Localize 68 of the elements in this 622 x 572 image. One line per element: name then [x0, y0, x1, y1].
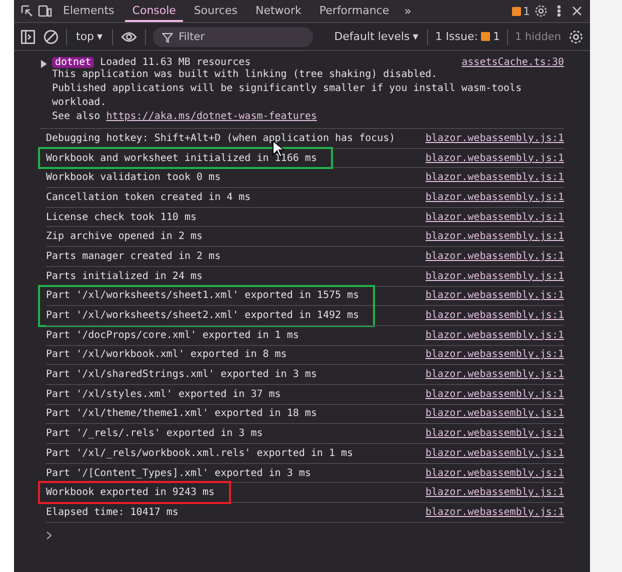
source-link[interactable]: assetsCache.ts:30: [462, 57, 564, 68]
inspect-icon[interactable]: [20, 4, 34, 18]
log-message: Cancellation token created in 4 ms: [46, 192, 251, 203]
source-link[interactable]: blazor.webassembly.js:1: [426, 369, 564, 380]
expand-icon[interactable]: [40, 60, 48, 68]
log-message: Part '/docProps/core.xml' exported in 1 ms: [46, 330, 299, 341]
panel-tab[interactable]: Sources: [186, 0, 244, 22]
source-link[interactable]: blazor.webassembly.js:1: [426, 152, 564, 164]
log-message: Part '/xl/workbook.xml' exported in 8 ms: [46, 349, 287, 360]
log-message: Part '/xl/sharedStrings.xml' exported in 3 ms: [46, 369, 317, 380]
source-link[interactable]: blazor.webassembly.js:1: [426, 270, 564, 282]
source-link[interactable]: blazor.webassembly.js:1: [426, 388, 564, 400]
settings-icon[interactable]: [534, 4, 548, 18]
source-link[interactable]: blazor.webassembly.js:1: [426, 290, 564, 302]
log-message: Part '/xl/worksheets/sheet2.xml' exported in 1492 ms: [46, 310, 360, 322]
issues-badge[interactable]: 1: [512, 4, 530, 18]
log-message: Parts initialized in 24 ms: [46, 270, 203, 282]
source-link[interactable]: blazor.webassembly.js:1: [426, 349, 564, 360]
see-also-text: See also: [52, 111, 100, 122]
log-message: Workbook validation took 0 ms: [46, 172, 221, 184]
source-link[interactable]: blazor.webassembly.js:1: [426, 428, 564, 440]
settings-icon[interactable]: [568, 28, 584, 44]
filter-field[interactable]: Filter: [152, 26, 313, 46]
source-link[interactable]: blazor.webassembly.js:1: [426, 310, 564, 322]
log-message: Published applications will be significantly smaller if you install wasm-tools workload.: [52, 82, 523, 110]
docs-link[interactable]: https://aka.ms/dotnet-wasm-features: [106, 111, 317, 122]
group-badge: dotnet: [52, 57, 94, 68]
filter-icon: [162, 32, 173, 42]
source-link[interactable]: blazor.webassembly.js:1: [426, 172, 564, 184]
source-link[interactable]: blazor.webassembly.js:1: [426, 192, 564, 203]
source-link[interactable]: blazor.webassembly.js:1: [426, 250, 564, 262]
source-link[interactable]: blazor.webassembly.js:1: [426, 212, 564, 223]
log-message: Zip archive opened in 2 ms: [46, 231, 203, 242]
sidebar-icon[interactable]: [20, 28, 36, 44]
panel-tab[interactable]: Performance: [312, 0, 396, 22]
panel-tab[interactable]: Network: [248, 0, 308, 22]
panel-tab[interactable]: Console: [125, 0, 183, 22]
log-message: License check took 110 ms: [46, 212, 197, 223]
issues-button[interactable]: 1 Issue: 1: [435, 30, 500, 43]
source-link[interactable]: blazor.webassembly.js:1: [426, 506, 564, 518]
log-message: Part '/[Content_Types].xml' exported in 3 ms: [46, 468, 311, 479]
more-tabs-button[interactable]: »: [400, 4, 416, 18]
log-message: Debugging hotkey: Shift+Alt+D (when application has focus): [46, 132, 396, 144]
clear-icon[interactable]: [43, 28, 59, 44]
source-link[interactable]: blazor.webassembly.js:1: [426, 132, 564, 144]
log-message: Part '/xl/styles.xml' exported in 37 ms: [46, 388, 281, 400]
source-link[interactable]: blazor.webassembly.js:1: [426, 408, 564, 420]
log-message: Elapsed time: 10417 ms: [46, 506, 178, 518]
source-link[interactable]: blazor.webassembly.js:1: [426, 231, 564, 242]
levels-dropdown[interactable]: Default levels ▾: [332, 30, 420, 43]
close-icon[interactable]: [570, 4, 584, 18]
log-message: Part '/_rels/.rels' exported in 3 ms: [46, 428, 263, 440]
source-link[interactable]: blazor.webassembly.js:1: [426, 448, 564, 459]
log-message: Part '/xl/_rels/workbook.xml.rels' exported in 1 ms: [46, 448, 354, 459]
log-message: Part '/xl/worksheets/sheet1.xml' exported in 1575 ms: [46, 290, 360, 302]
group-title: Loaded 11.63 MB resources: [100, 57, 251, 68]
source-link[interactable]: blazor.webassembly.js:1: [426, 487, 564, 498]
context-dropdown[interactable]: top ▾: [74, 30, 105, 43]
source-link[interactable]: blazor.webassembly.js:1: [426, 330, 564, 341]
log-message: Workbook and worksheet initialized in 1166 ms: [46, 152, 317, 164]
panel-tab[interactable]: Elements: [56, 0, 122, 22]
hidden-count: 1 hidden: [514, 30, 561, 42]
log-message: This application was built with linking (tree shaking) disabled.: [52, 68, 438, 82]
device-icon[interactable]: [38, 4, 52, 18]
source-link[interactable]: blazor.webassembly.js:1: [426, 468, 564, 479]
log-message: Parts manager created in 2 ms: [46, 250, 221, 262]
log-message: Workbook exported in 9243 ms: [46, 487, 215, 498]
log-message: Part '/xl/theme/theme1.xml' exported in 18 ms: [46, 408, 317, 420]
